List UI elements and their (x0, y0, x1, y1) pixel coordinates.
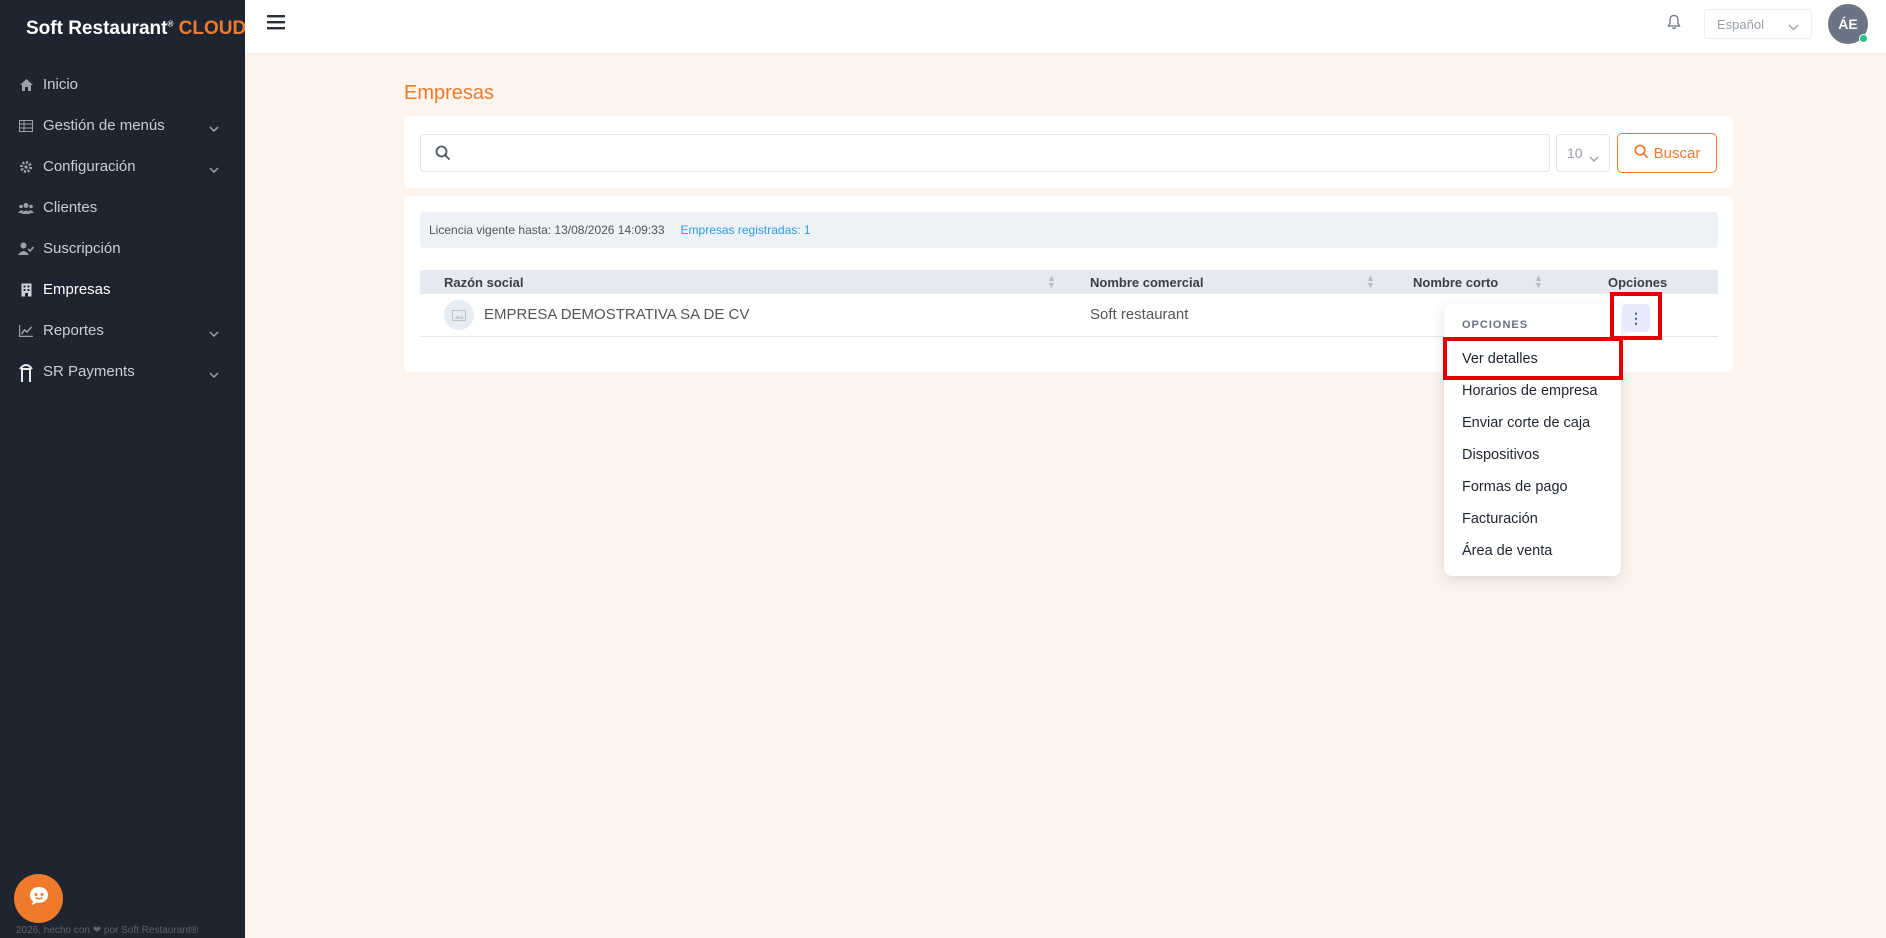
sidebar-item-sr-payments[interactable]: SR Payments (0, 351, 245, 392)
search-card: 10 Buscar (404, 116, 1733, 188)
search-icon (435, 145, 451, 166)
page-title: Empresas (404, 82, 495, 104)
chevron-down-icon (209, 160, 219, 177)
page-size-select[interactable]: 10 (1556, 134, 1610, 172)
chevron-down-icon (1788, 19, 1799, 34)
sidebar-item-label: Empresas (43, 281, 111, 298)
brand-suffix: CLOUD (178, 18, 247, 39)
menu-item-formas-pago[interactable]: Formas de pago (1462, 479, 1568, 495)
menu-item-facturacion[interactable]: Facturación (1462, 511, 1538, 527)
sidebar-item-label: Clientes (43, 199, 98, 216)
table-header: Razón social ▲ ▼ Nombre comercial ▲ ▼ Nomb… (420, 270, 1718, 294)
registered-count: Empresas registradas: 1 (680, 223, 811, 237)
cell-razon-social: EMPRESA DEMOSTRATIVA SA DE CV (484, 306, 750, 323)
column-header-opciones: Opciones (1608, 275, 1668, 290)
language-value: Español (1717, 16, 1764, 32)
sidebar-item-label: Gestión de menús (43, 117, 165, 134)
search-button[interactable]: Buscar (1617, 133, 1717, 173)
sr-payments-icon (18, 363, 34, 382)
highlight-box (1443, 337, 1623, 380)
sidebar-item-label: Configuración (43, 158, 136, 175)
license-text: Licencia vigente hasta: 13/08/2026 14:09… (429, 223, 665, 237)
chevron-down-icon (1589, 149, 1599, 165)
brand-name: Soft Restaurant (26, 18, 168, 39)
chat-support-button[interactable] (14, 874, 63, 923)
menu-item-enviar-corte-caja[interactable]: Enviar corte de caja (1462, 415, 1590, 431)
language-select[interactable]: Español (1704, 9, 1812, 39)
topbar: Español ÁE (245, 0, 1886, 54)
chevron-down-icon (209, 119, 219, 136)
cell-nombre-comercial: Soft restaurant (1090, 306, 1189, 323)
chevron-down-icon (209, 324, 219, 341)
column-header-razon-social[interactable]: Razón social (444, 275, 523, 290)
menu-item-area-venta[interactable]: Área de venta (1462, 543, 1552, 559)
menu-toggle-icon[interactable] (267, 14, 285, 35)
sort-icon[interactable]: ▲ ▼ (1534, 274, 1543, 290)
sidebar-item-label: Suscripción (43, 240, 121, 257)
building-icon (18, 282, 34, 298)
chat-bot-icon (28, 886, 50, 911)
license-info-bar: Licencia vigente hasta: 13/08/2026 14:09… (420, 212, 1718, 248)
sidebar-item-gestion-menus[interactable]: Gestión de menús (0, 105, 245, 146)
sort-icon[interactable]: ▲ ▼ (1366, 274, 1375, 290)
users-icon (18, 200, 34, 216)
search-icon (1634, 144, 1649, 163)
chart-icon (18, 323, 34, 339)
sidebar-item-inicio[interactable]: Inicio (0, 64, 245, 105)
column-header-nombre-corto[interactable]: Nombre corto (1413, 275, 1498, 290)
sidebar-item-configuracion[interactable]: Configuración (0, 146, 245, 187)
avatar-initials: ÁE (1838, 16, 1858, 32)
sidebar-item-suscripcion[interactable]: Suscripción (0, 228, 245, 269)
sidebar-item-clientes[interactable]: Clientes (0, 187, 245, 228)
sort-icon[interactable]: ▲ ▼ (1047, 274, 1056, 290)
brand-logo[interactable]: Soft Restaurant® CLOUD (26, 18, 246, 40)
chevron-down-icon (209, 365, 219, 382)
sidebar-item-label: Reportes (43, 322, 104, 339)
user-avatar[interactable]: ÁE (1828, 4, 1868, 44)
sidebar-item-reportes[interactable]: Reportes (0, 310, 245, 351)
page-size-value: 10 (1567, 145, 1583, 161)
company-logo-placeholder-icon (444, 300, 474, 330)
sidebar-item-empresas[interactable]: Empresas (0, 269, 245, 310)
user-check-icon (18, 241, 34, 257)
gear-icon (18, 159, 34, 175)
column-header-nombre-comercial[interactable]: Nombre comercial (1090, 275, 1203, 290)
highlight-box (1610, 292, 1662, 340)
online-status-indicator (1859, 34, 1868, 43)
notifications-bell-icon[interactable] (1667, 14, 1681, 35)
search-button-label: Buscar (1653, 144, 1701, 162)
brand-reg-mark: ® (167, 19, 174, 29)
sidebar-item-label: SR Payments (43, 363, 135, 380)
sidebar-item-label: Inicio (43, 76, 79, 93)
sidebar-footer: 2026, hecho con ❤ por Soft Restaurant® (16, 925, 198, 936)
sidebar: Soft Restaurant® CLOUD Inicio Gestión de… (0, 0, 246, 938)
menu-item-horarios-empresa[interactable]: Horarios de empresa (1462, 383, 1597, 399)
table-icon (18, 118, 34, 134)
menu-item-dispositivos[interactable]: Dispositivos (1462, 447, 1539, 463)
sidebar-nav: Inicio Gestión de menús Configuración Cl… (0, 64, 245, 392)
dropdown-header: OPCIONES (1462, 319, 1529, 331)
home-icon (18, 77, 34, 93)
search-input[interactable] (420, 134, 1550, 172)
